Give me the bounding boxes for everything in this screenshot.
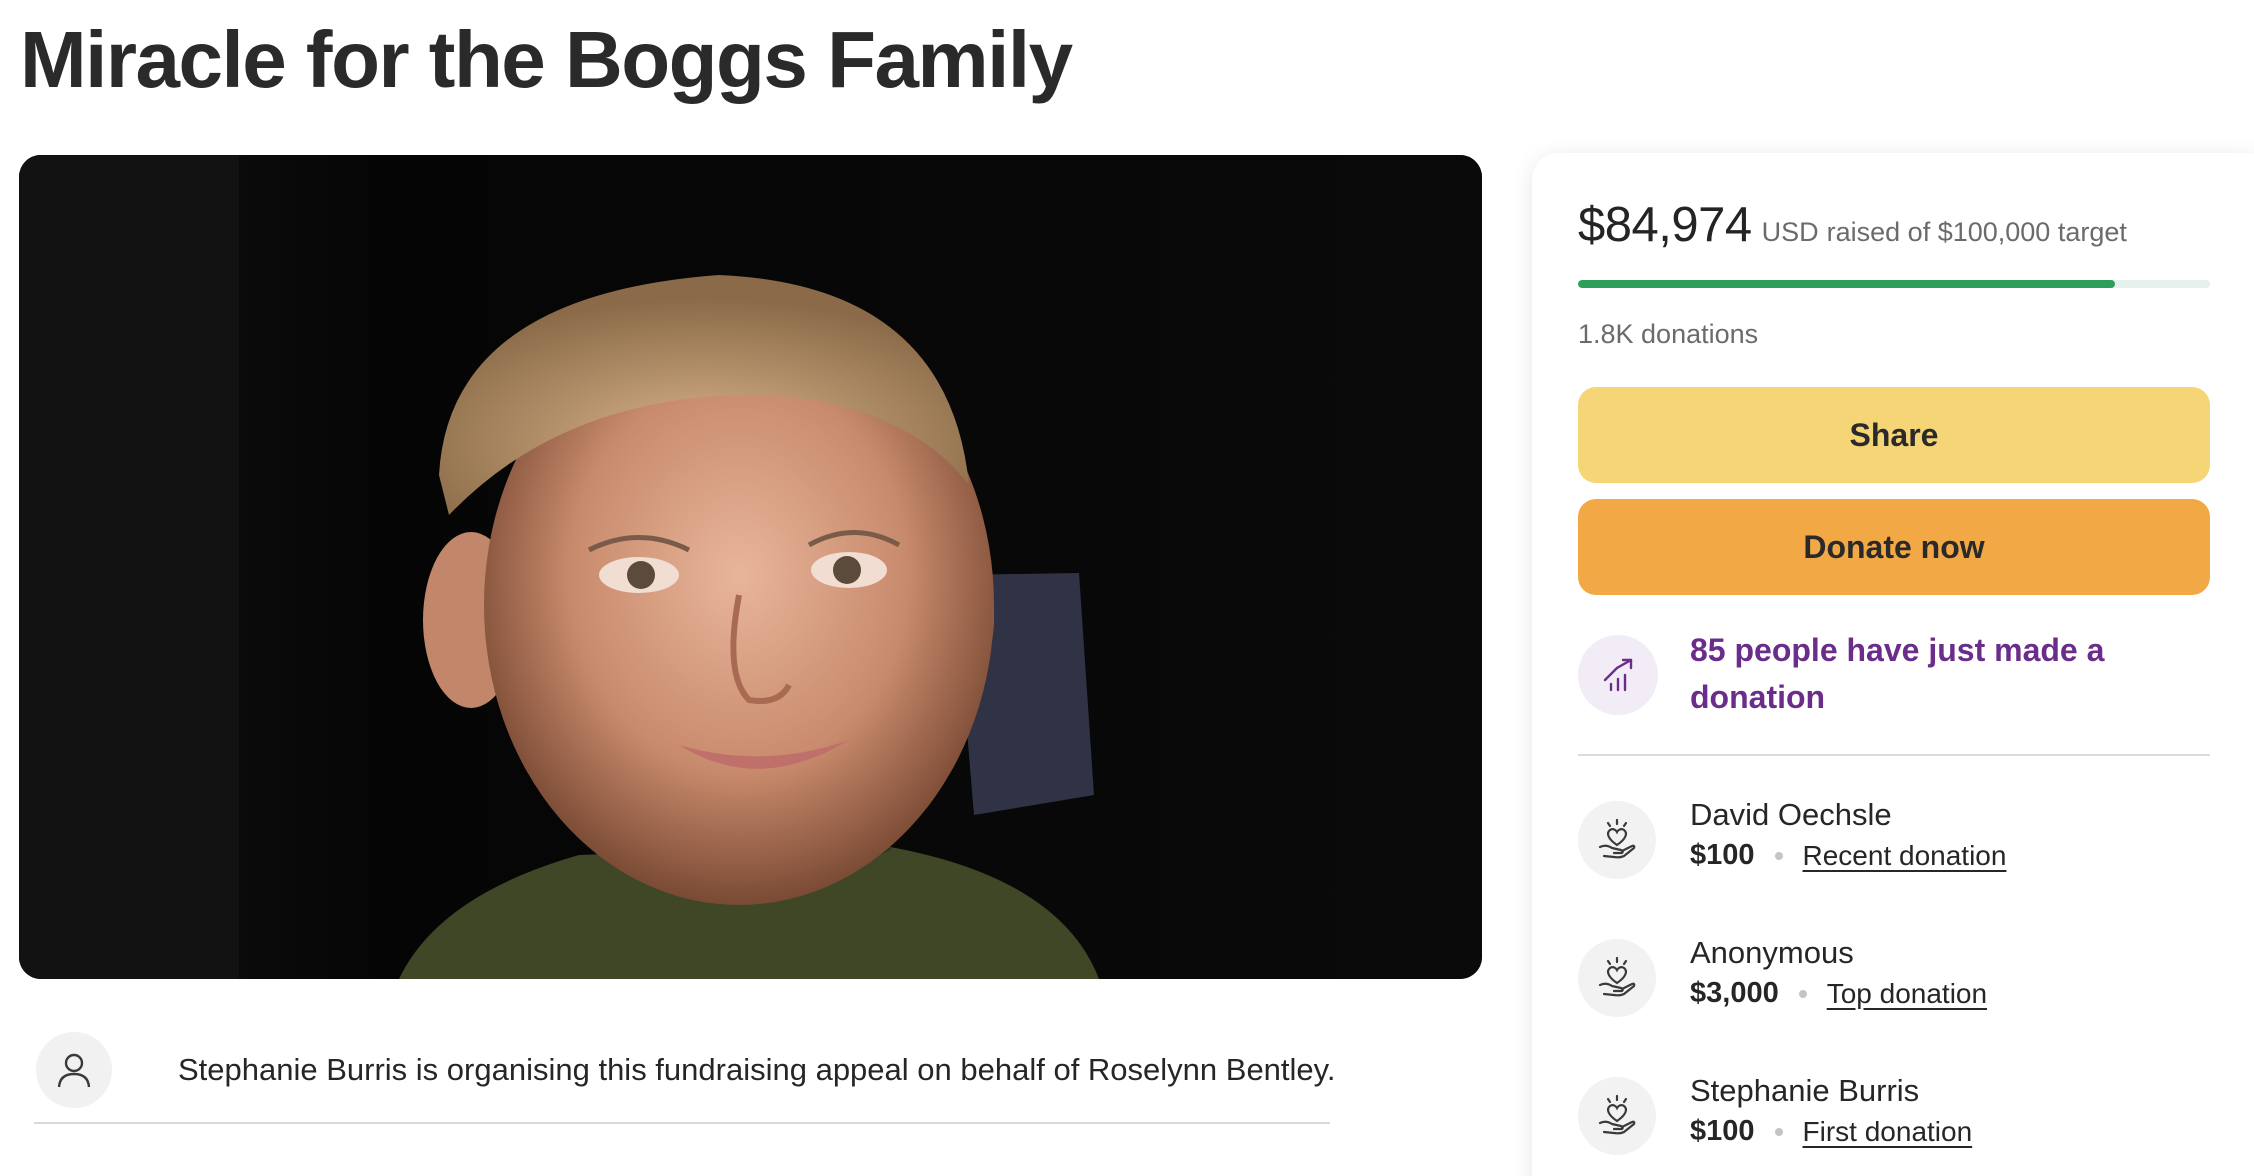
donations-count: 1.8K donations bbox=[1578, 319, 1759, 349]
progress-bar-fill bbox=[1578, 280, 2116, 288]
recent-activity-notice: 85 people have just made a donation bbox=[1578, 627, 2210, 727]
donation-tag-link[interactable]: First donation bbox=[1803, 1116, 1973, 1148]
donor-name: David Oechsle bbox=[1690, 797, 1892, 832]
donor-item: David Oechsle $100 Recent donation bbox=[1578, 793, 2210, 893]
donate-now-button[interactable]: Donate now bbox=[1578, 499, 2210, 595]
donation-card: $84,974 USD raised of $100,000 target 1.… bbox=[1532, 153, 2254, 1176]
donor-name: Stephanie Burris bbox=[1690, 1073, 1920, 1108]
separator-dot bbox=[1774, 1127, 1783, 1136]
amount-raised: $84,974 bbox=[1578, 198, 1752, 252]
amount-raised-line: $84,974 USD raised of $100,000 target bbox=[1578, 197, 2127, 253]
donation-tag-link[interactable]: Recent donation bbox=[1803, 840, 2007, 872]
fundraiser-page: Miracle for the Boggs Family Stephanie B… bbox=[0, 0, 2254, 1176]
divider bbox=[1578, 754, 2210, 756]
donor-item: Stephanie Burris $100 First donation bbox=[1578, 1069, 2210, 1169]
donor-name: Anonymous bbox=[1690, 935, 1854, 970]
organiser-row: Stephanie Burris is organising this fund… bbox=[36, 1015, 1335, 1125]
heart-hand-icon bbox=[1578, 1077, 1656, 1155]
trending-up-icon bbox=[1578, 635, 1658, 715]
currency: USD bbox=[1761, 217, 1819, 247]
recent-activity-text: 85 people have just made a donation bbox=[1690, 632, 2105, 715]
separator-dot bbox=[1798, 989, 1807, 998]
target-text: raised of $100,000 target bbox=[1826, 217, 2127, 247]
organiser-text: Stephanie Burris is organising this fund… bbox=[178, 1052, 1336, 1087]
heart-hand-icon bbox=[1578, 939, 1656, 1017]
donor-amount: $100 bbox=[1690, 839, 1755, 871]
person-icon bbox=[36, 1032, 112, 1108]
donor-amount: $3,000 bbox=[1690, 977, 1779, 1009]
heart-hand-icon bbox=[1578, 801, 1656, 879]
fundraiser-photo bbox=[19, 155, 1482, 979]
donation-tag-link[interactable]: Top donation bbox=[1827, 978, 1987, 1010]
divider bbox=[34, 1122, 1330, 1124]
separator-dot bbox=[1774, 851, 1783, 860]
share-button[interactable]: Share bbox=[1578, 387, 2210, 483]
progress-bar bbox=[1578, 280, 2210, 288]
page-title: Miracle for the Boggs Family bbox=[20, 15, 1073, 104]
donor-item: Anonymous $3,000 Top donation bbox=[1578, 931, 2210, 1031]
donor-amount: $100 bbox=[1690, 1115, 1755, 1147]
